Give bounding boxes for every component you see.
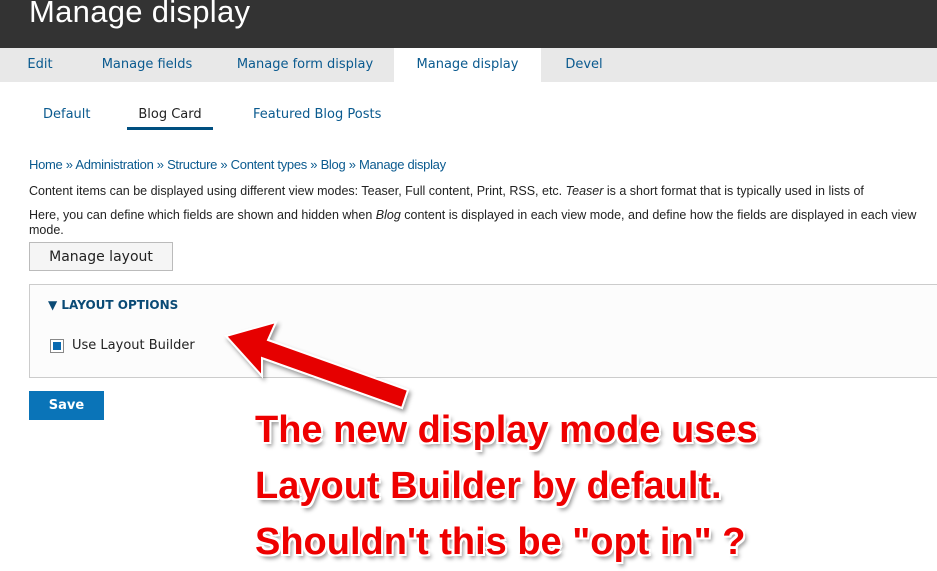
- annotation-line: The new display mode uses: [255, 409, 758, 451]
- annotation-line: Shouldn't this be "opt in" ?: [255, 521, 746, 563]
- annotation-text: The new display mode uses Layout Builder…: [255, 402, 758, 570]
- annotation-line: Layout Builder by default.: [255, 465, 722, 507]
